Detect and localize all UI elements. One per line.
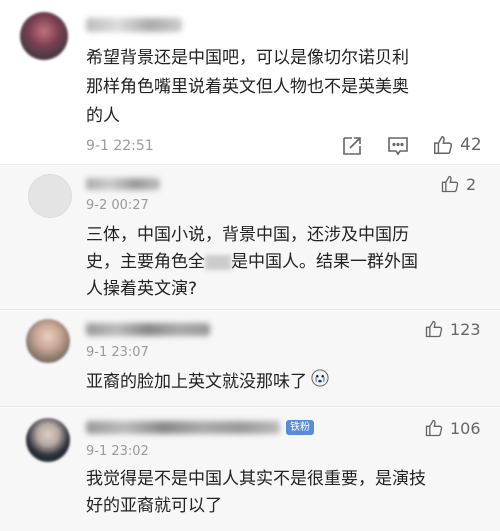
thumbs-up-icon [424, 319, 444, 339]
like-count: 106 [450, 418, 481, 438]
like-button[interactable]: 123 [424, 319, 481, 339]
censored-text [205, 254, 231, 270]
username-blurred[interactable] [86, 178, 160, 190]
like-count: 123 [450, 319, 481, 339]
like-button[interactable]: 42 [432, 134, 482, 156]
like-button[interactable]: 2 [440, 174, 476, 194]
avatar[interactable] [20, 12, 68, 60]
username-blurred[interactable] [86, 421, 280, 434]
avatar[interactable] [26, 319, 70, 363]
thumbs-up-icon [440, 174, 460, 194]
comment-time: 9-1 22:51 [86, 138, 154, 154]
like-button[interactable]: 106 [424, 418, 481, 438]
thumbs-up-icon [432, 134, 454, 156]
avatar[interactable] [26, 418, 70, 462]
comment-card-2: 9-2 00:27 2 三体，中国小说，背景中国，还涉及中国历 史，主要角色全是… [0, 166, 500, 310]
thumbs-up-icon [424, 418, 444, 438]
comment-time: 9-1 23:07 [86, 345, 149, 360]
comment-text: 希望背景还是中国吧，可以是像切尔诺贝利 那样角色嘴里说着英文但人物也不是英美奥 … [86, 48, 409, 126]
comment-text: 我觉得是不是中国人其实不是很重要，是演技 好的亚裔就可以了 [86, 469, 426, 516]
comment-card-4: 铁粉 9-1 23:02 106 我觉得是不是中国人其实不是很重要，是演技 好的… [0, 408, 500, 531]
like-count: 42 [460, 135, 482, 155]
comment-time: 9-1 23:02 [86, 444, 149, 459]
fan-badge[interactable]: 铁粉 [286, 420, 314, 435]
comment-text: 三体，中国小说，背景中国，还涉及中国历 史，主要角色全 是中国人。结果一群外国 人… [86, 225, 418, 299]
share-icon[interactable] [340, 134, 364, 158]
comment-text: 亚裔的脸加上英文就没那味了 [86, 369, 486, 396]
comment-time: 9-2 00:27 [86, 198, 149, 213]
comment-card-3: 9-1 23:07 123 亚裔的脸加上英文就没那味了 [0, 311, 500, 407]
avatar[interactable] [28, 174, 72, 218]
username-blurred[interactable] [86, 18, 182, 32]
comment-icon[interactable] [386, 134, 410, 158]
like-count: 2 [466, 174, 477, 194]
crying-face-emoji-icon [311, 369, 329, 396]
comment-actions [340, 134, 410, 158]
username-blurred[interactable] [86, 323, 210, 336]
comment-card-1: 希望背景还是中国吧，可以是像切尔诺贝利 那样角色嘴里说着英文但人物也不是英美奥 … [0, 0, 500, 165]
